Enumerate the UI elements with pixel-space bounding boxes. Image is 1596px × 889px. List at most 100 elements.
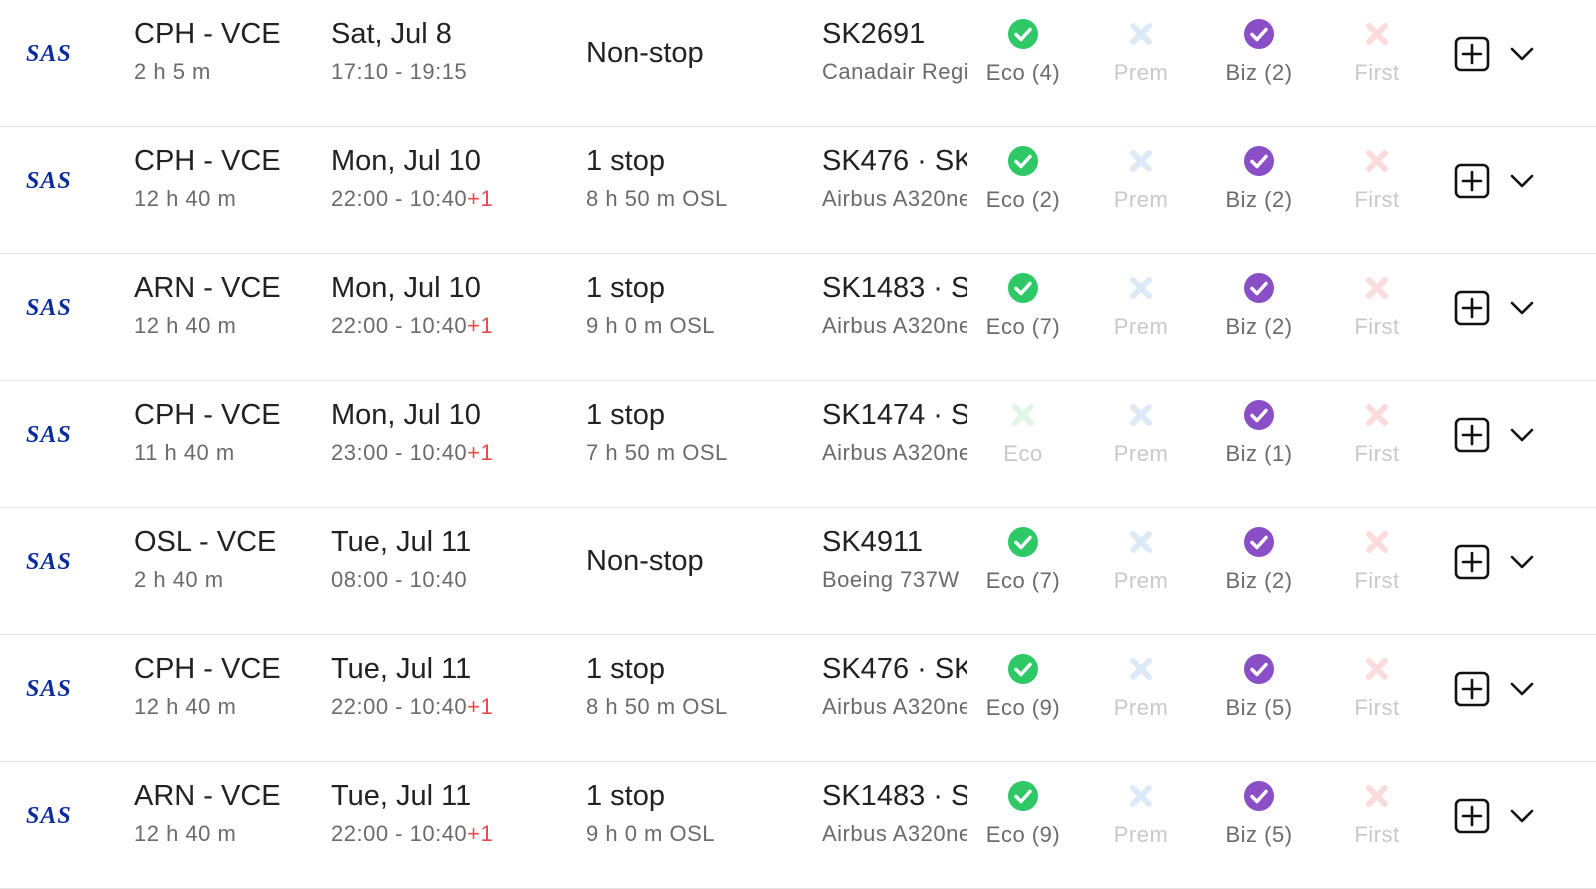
- plus-square-icon: [1454, 417, 1490, 453]
- cabin-business[interactable]: Biz (2): [1204, 145, 1314, 213]
- first-label: First: [1354, 60, 1400, 85]
- expand-details-button[interactable]: [1508, 40, 1536, 68]
- plus-square-icon: [1454, 290, 1490, 326]
- add-flight-button[interactable]: [1454, 798, 1490, 834]
- premium-label: Prem: [1113, 187, 1169, 212]
- x-icon: [1366, 658, 1388, 680]
- flight-row-5[interactable]: SAS OSL - VCE 2 h 40 m Tue, Jul 11 08:00…: [0, 508, 1596, 635]
- flight-number: SK1483 · SK: [822, 272, 967, 304]
- x-icon: [1130, 150, 1152, 172]
- flight-cell: SK1483 · SK Airbus A320neo: [822, 780, 967, 847]
- cabin-economy[interactable]: Eco (2): [968, 145, 1078, 213]
- add-flight-button[interactable]: [1454, 290, 1490, 326]
- airline-logo: SAS: [26, 422, 72, 448]
- x-icon: [1366, 785, 1388, 807]
- departure-date: Mon, Jul 10: [331, 399, 481, 431]
- add-flight-button[interactable]: [1454, 544, 1490, 580]
- cabin-economy[interactable]: Eco (7): [968, 272, 1078, 340]
- cabin-economy[interactable]: Eco (4): [968, 18, 1078, 86]
- plus-square-icon: [1454, 544, 1490, 580]
- stops-count: 1 stop: [586, 653, 665, 685]
- airline-logo: SAS: [26, 41, 72, 67]
- layover-detail: 8 h 50 m OSL: [586, 694, 728, 719]
- flight-row-3[interactable]: SAS ARN - VCE 12 h 40 m Mon, Jul 10 22:0…: [0, 254, 1596, 381]
- cabin-economy[interactable]: Eco (7): [968, 526, 1078, 594]
- aircraft-type: Airbus A320neo: [822, 186, 967, 211]
- cabin-economy[interactable]: Eco: [968, 399, 1078, 467]
- x-icon: [1366, 531, 1388, 553]
- economy-label: Eco (2): [985, 187, 1061, 212]
- add-flight-button[interactable]: [1454, 36, 1490, 72]
- expand-details-button[interactable]: [1508, 167, 1536, 195]
- business-label: Biz (2): [1225, 314, 1293, 339]
- stops-count: 1 stop: [586, 780, 665, 812]
- route: OSL - VCE: [134, 526, 277, 558]
- duration: 12 h 40 m: [134, 694, 237, 719]
- flight-cell: SK476 · SK Airbus A320neo: [822, 145, 967, 212]
- route-cell: ARN - VCE 12 h 40 m: [134, 780, 281, 847]
- cabin-business[interactable]: Biz (2): [1204, 526, 1314, 594]
- time-range: 17:10 - 19:15: [331, 59, 467, 85]
- cabin-economy[interactable]: Eco (9): [968, 653, 1078, 721]
- flight-row-6[interactable]: SAS CPH - VCE 12 h 40 m Tue, Jul 11 22:0…: [0, 635, 1596, 762]
- x-icon: [1130, 531, 1152, 553]
- chevron-down-icon: [1510, 809, 1534, 823]
- add-flight-button[interactable]: [1454, 163, 1490, 199]
- add-flight-button[interactable]: [1454, 671, 1490, 707]
- stops-cell: Non-stop: [586, 37, 704, 78]
- cabin-business[interactable]: Biz (5): [1204, 780, 1314, 848]
- cabin-business[interactable]: Biz (2): [1204, 272, 1314, 340]
- stops-count: Non-stop: [586, 545, 704, 577]
- cabin-first: First: [1322, 526, 1432, 594]
- flight-number: SK4911: [822, 526, 924, 558]
- x-icon: [1130, 404, 1152, 426]
- plus-day-badge: +1: [467, 694, 494, 719]
- cabin-premium: Prem: [1086, 526, 1196, 594]
- times: 22:00 - 10:40: [331, 821, 468, 846]
- stops-count: 1 stop: [586, 145, 665, 177]
- expand-details-button[interactable]: [1508, 294, 1536, 322]
- premium-label: Prem: [1113, 60, 1169, 85]
- plus-day-badge: +1: [467, 440, 494, 465]
- check-circle-icon: [1244, 781, 1274, 811]
- business-label: Biz (2): [1225, 60, 1293, 85]
- expand-details-button[interactable]: [1508, 421, 1536, 449]
- expand-details-button[interactable]: [1508, 548, 1536, 576]
- time-range: 08:00 - 10:40: [331, 567, 471, 593]
- flight-row-1[interactable]: SAS CPH - VCE 2 h 5 m Sat, Jul 8 17:10 -…: [0, 0, 1596, 127]
- duration: 11 h 40 m: [134, 440, 235, 465]
- flight-number: SK1474 · SK: [822, 399, 967, 431]
- cabin-business[interactable]: Biz (2): [1204, 18, 1314, 86]
- expand-details-button[interactable]: [1508, 675, 1536, 703]
- cabin-premium: Prem: [1086, 653, 1196, 721]
- cabin-economy[interactable]: Eco (9): [968, 780, 1078, 848]
- airline-logo: SAS: [26, 168, 72, 194]
- check-circle-icon: [1008, 654, 1038, 684]
- flight-cell: SK1483 · SK Airbus A320neo: [822, 272, 967, 339]
- add-flight-button[interactable]: [1454, 417, 1490, 453]
- flight-cell: SK476 · SK Airbus A320neo: [822, 653, 967, 720]
- departure-date: Sat, Jul 8: [331, 18, 452, 50]
- cabin-business[interactable]: Biz (5): [1204, 653, 1314, 721]
- cabin-business[interactable]: Biz (1): [1204, 399, 1314, 467]
- layover-detail: 8 h 50 m OSL: [586, 186, 728, 211]
- expand-details-button[interactable]: [1508, 802, 1536, 830]
- flight-row-7[interactable]: SAS ARN - VCE 12 h 40 m Tue, Jul 11 22:0…: [0, 762, 1596, 889]
- duration: 12 h 40 m: [134, 313, 237, 338]
- cabin-first: First: [1322, 653, 1432, 721]
- layover-detail: 7 h 50 m OSL: [586, 440, 728, 465]
- stops-cell: 1 stop 8 h 50 m OSL: [586, 653, 728, 720]
- flight-cell: SK1474 · SK Airbus A320neo: [822, 399, 967, 466]
- first-label: First: [1354, 695, 1400, 720]
- economy-label: Eco (7): [985, 568, 1061, 593]
- business-label: Biz (2): [1225, 568, 1293, 593]
- x-icon: [1130, 785, 1152, 807]
- flight-row-4[interactable]: SAS CPH - VCE 11 h 40 m Mon, Jul 10 23:0…: [0, 381, 1596, 508]
- duration: 12 h 40 m: [134, 821, 237, 846]
- flight-number: SK476 · SK: [822, 145, 967, 177]
- check-circle-icon: [1008, 19, 1038, 49]
- flight-row-2[interactable]: SAS CPH - VCE 12 h 40 m Mon, Jul 10 22:0…: [0, 127, 1596, 254]
- flight-results-list: SAS CPH - VCE 2 h 5 m Sat, Jul 8 17:10 -…: [0, 0, 1596, 889]
- stops-count: 1 stop: [586, 272, 665, 304]
- time-range: 22:00 - 10:40+1: [331, 694, 493, 720]
